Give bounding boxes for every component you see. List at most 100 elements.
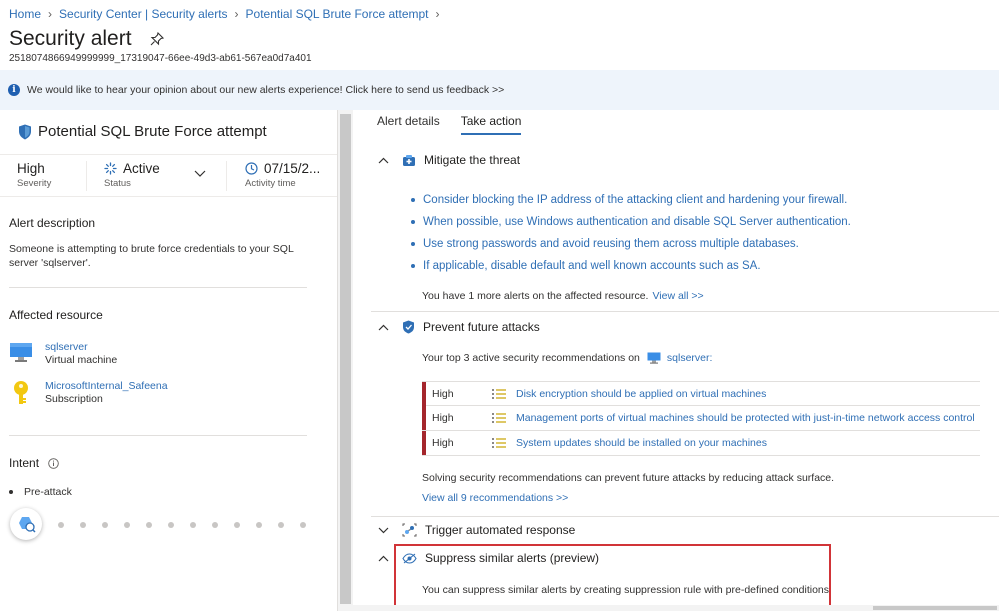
recommendations-resource-link[interactable]: sqlserver: [667,352,713,364]
divider [371,311,999,312]
horizontal-scrollbar[interactable] [353,605,999,611]
mitigate-item-4[interactable]: If applicable, disable default and well … [423,260,761,272]
trigger-title: Trigger automated response [425,523,576,537]
resource-subscription-type: Subscription [45,393,103,405]
kill-chain-stage[interactable] [278,522,284,528]
suppress-highlight-box [394,544,831,609]
kill-chain-stage[interactable] [58,522,64,528]
breadcrumb: Home › Security Center | Security alerts… [9,7,447,21]
kill-chain-stage[interactable] [124,522,130,528]
tab-bar: Alert details Take action [377,114,542,135]
kill-chain-stage[interactable] [168,522,174,528]
bullet [411,198,415,202]
feedback-banner-text[interactable]: We would like to hear your opinion about… [27,84,504,96]
breadcrumb-security-alerts[interactable]: Security Center | Security alerts [59,7,228,21]
more-alerts-label: You have 1 more alerts on the affected r… [422,290,649,302]
breadcrumb-home[interactable]: Home [9,7,41,21]
status-dropdown[interactable]: Active Status [104,161,214,189]
kill-chain-timeline [10,508,310,540]
prevent-section-header[interactable]: Prevent future attacks [377,320,540,334]
info-circle-icon[interactable] [48,457,59,469]
recommendations-intro: Your top 3 active security recommendatio… [422,352,712,364]
mitigate-title: Mitigate the threat [424,153,521,167]
severity-cell: High Severity [17,161,51,189]
recommendation-severity: High [432,437,454,449]
recommendations-intro-text: Your top 3 active security recommendatio… [422,352,640,364]
resource-vm-type: Virtual machine [45,354,118,366]
view-all-recommendations: View all 9 recommendations >> [422,492,568,504]
shield-icon [19,124,31,139]
scrollbar-thumb[interactable] [340,114,351,604]
automation-icon [402,523,417,537]
recommendation-severity: High [432,387,454,400]
list-item[interactable]: Use strong passwords and avoid reusing t… [411,233,851,255]
severity-bar [422,431,426,455]
chevron-up-icon[interactable] [377,555,389,562]
chevron-down-icon[interactable] [194,170,206,178]
chevron-down-icon[interactable] [377,527,389,534]
breadcrumb-current-alert[interactable]: Potential SQL Brute Force attempt [246,7,429,21]
view-all-recommendations-link[interactable]: View all 9 recommendations >> [422,492,568,504]
left-pane-scrollbar[interactable] [337,110,353,611]
chevron-right-icon: › [435,7,440,21]
shield-icon [402,320,415,334]
kill-chain-stage[interactable] [80,522,86,528]
bullet [9,490,13,494]
tab-alert-details[interactable]: Alert details [377,114,440,135]
more-alerts-text: You have 1 more alerts on the affected r… [422,290,704,302]
feedback-banner[interactable]: i We would like to hear your opinion abo… [0,70,999,110]
divider [226,161,227,191]
checklist-icon [492,437,516,449]
mitigate-list: Consider blocking the IP address of the … [411,189,851,277]
take-action-pane: Alert details Take action Mitigate the t… [353,110,999,611]
clock-icon [245,162,258,175]
intent-value: Pre-attack [24,486,72,498]
monitor-icon [647,352,661,364]
table-row[interactable]: High System updates should be installed … [422,431,980,456]
chevron-up-icon[interactable] [377,157,389,164]
recommendation-link[interactable]: Management ports of virtual machines sho… [516,412,975,424]
kill-chain-stage[interactable] [256,522,262,528]
recommendations-footer: Solving security recommendations can pre… [422,472,835,484]
bullet [411,242,415,246]
pin-icon[interactable] [150,31,164,46]
severity-bar [422,381,426,406]
mitigate-item-1[interactable]: Consider blocking the IP address of the … [423,194,847,206]
intent-heading-text: Intent [9,456,40,470]
table-row[interactable]: High Disk encryption should be applied o… [422,381,980,406]
info-icon: i [8,84,20,96]
resource-subscription-link[interactable]: MicrosoftInternal_Safeena [45,380,168,393]
scrollbar-thumb[interactable] [873,606,997,610]
kill-chain-stage[interactable] [300,522,306,528]
severity-label: Severity [17,178,52,189]
kill-chain-stage-pre-attack[interactable] [10,508,42,540]
status-value: Active [123,161,160,176]
recommendation-link[interactable]: Disk encryption should be applied on vir… [516,388,766,400]
list-item[interactable]: When possible, use Windows authenticatio… [411,211,851,233]
list-item[interactable]: If applicable, disable default and well … [411,255,851,277]
mitigate-icon [402,154,416,167]
kill-chain-stage[interactable] [212,522,218,528]
trigger-section-header[interactable]: Trigger automated response [377,523,575,537]
mitigate-item-3[interactable]: Use strong passwords and avoid reusing t… [423,238,799,250]
resource-vm: sqlserver Virtual machine [9,341,117,367]
activity-cell: 07/15/2... Activity time [245,161,320,189]
tab-take-action[interactable]: Take action [460,114,522,135]
checklist-icon [492,388,516,400]
kill-chain-stage[interactable] [146,522,152,528]
kill-chain-stage[interactable] [234,522,240,528]
recommendation-link[interactable]: System updates should be installed on yo… [516,437,767,449]
view-all-alerts-link[interactable]: View all >> [652,290,703,302]
table-row[interactable]: High Management ports of virtual machine… [422,406,980,431]
mitigate-item-2[interactable]: When possible, use Windows authenticatio… [423,216,851,228]
alert-summary-bar: High Severity Active Status 07/15/2... A… [0,154,337,197]
resource-vm-link[interactable]: sqlserver [45,341,117,354]
chevron-up-icon[interactable] [377,324,389,331]
mitigate-section-header[interactable]: Mitigate the threat [377,153,520,167]
kill-chain-stage[interactable] [102,522,108,528]
list-item[interactable]: Consider blocking the IP address of the … [411,189,851,211]
divider [86,161,87,191]
kill-chain-stage[interactable] [190,522,196,528]
monitor-icon [10,343,32,362]
chevron-right-icon: › [234,7,239,21]
